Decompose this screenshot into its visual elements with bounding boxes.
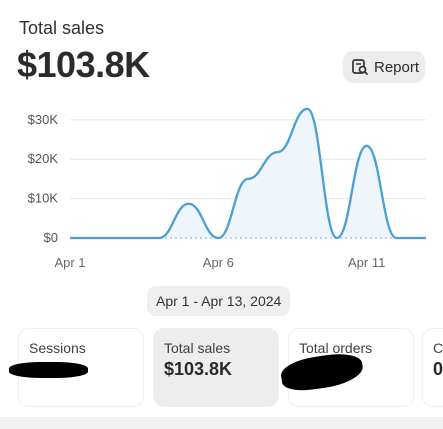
metric-card-total-sales[interactable]: Total sales $103.8K (153, 328, 279, 407)
metric-label: Total sales (164, 340, 231, 356)
y-tick-label: $20K (28, 151, 59, 166)
date-range-pill[interactable]: Apr 1 - Apr 13, 2024 (147, 286, 291, 316)
y-tick-label: $30K (28, 112, 59, 127)
report-button[interactable]: Report (343, 51, 425, 83)
y-tick-label: $10K (28, 191, 59, 206)
metric-value: 0 (433, 359, 443, 379)
metric-label: Sessions (29, 340, 86, 356)
sales-chart: $30K $20K $10K $0 Apr 1 Apr 6 Apr 11 (28, 107, 426, 270)
y-tick-label: $0 (44, 230, 58, 245)
x-tick-label: Apr 11 (348, 255, 385, 270)
redaction-mark (9, 362, 88, 378)
metric-card-partial[interactable]: C 0 (422, 328, 443, 407)
metric-label: C (433, 340, 443, 356)
bottom-divider (0, 417, 443, 429)
x-tick-label: Apr 6 (203, 255, 234, 270)
metric-value: $103.8K (164, 359, 233, 379)
x-tick-label: Apr 1 (54, 255, 85, 270)
page-title: Total sales (19, 18, 105, 38)
report-button-label: Report (374, 58, 420, 76)
metric-label: Total orders (299, 340, 373, 356)
report-search-icon (351, 58, 369, 76)
sales-area-fill (70, 108, 426, 238)
total-sales-value: $103.8K (17, 44, 150, 85)
